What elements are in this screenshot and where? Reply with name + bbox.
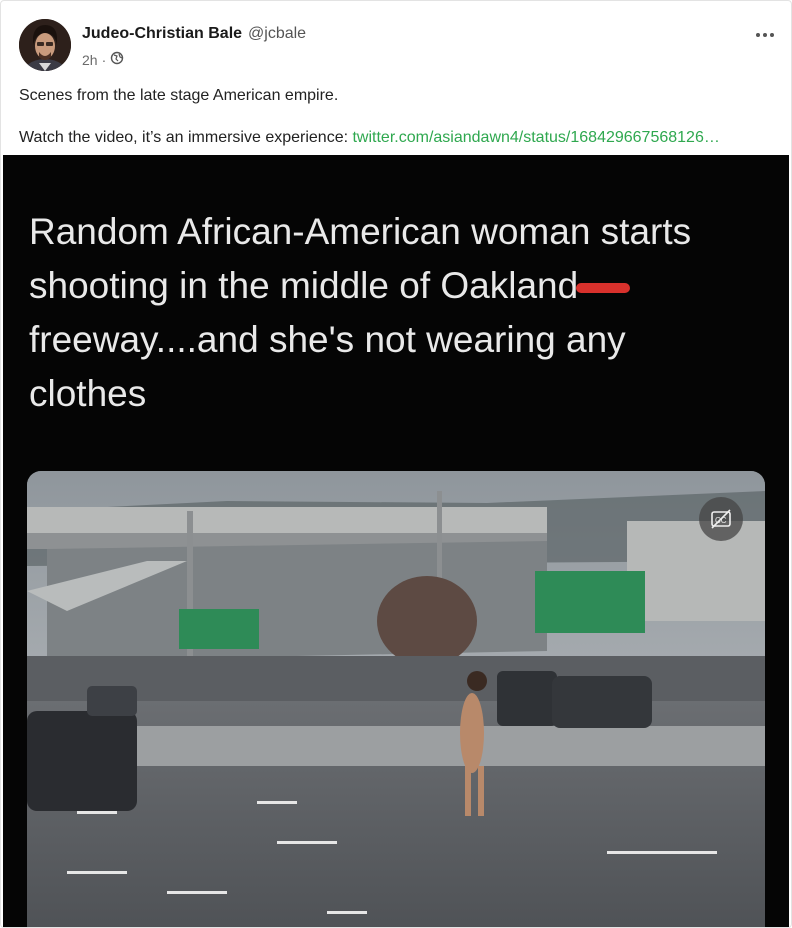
author-name-row: Judeo-Christian Bale @jcbale	[82, 25, 306, 43]
video-link[interactable]: twitter.com/asiandawn4/status/1684296675…	[352, 129, 719, 146]
globe-icon	[110, 51, 124, 68]
avatar-image	[19, 19, 71, 71]
video-still	[27, 471, 765, 927]
post-header: Judeo-Christian Bale @jcbale 2h ·	[19, 19, 779, 71]
more-options-icon[interactable]	[751, 21, 779, 49]
post-line-2-text: Watch the video, it’s an immersive exper…	[19, 129, 353, 146]
post-meta: 2h ·	[82, 51, 124, 68]
avatar[interactable]	[19, 19, 71, 71]
redaction-mark	[576, 283, 631, 294]
post-timestamp[interactable]: 2h	[82, 52, 98, 68]
caption-line-2-row: shooting in the middle of Oakland	[29, 259, 779, 313]
caption-line-3: freeway....and she's not wearing any	[29, 319, 626, 360]
caption-line-1: Random African-American woman starts	[29, 211, 692, 252]
post-line-2: Watch the video, it’s an immersive exper…	[19, 127, 779, 149]
post-body: Scenes from the late stage American empi…	[19, 85, 779, 149]
video-frame[interactable]: CC	[27, 471, 765, 927]
author-display-name[interactable]: Judeo-Christian Bale	[82, 25, 242, 42]
post-line-1: Scenes from the late stage American empi…	[19, 87, 339, 104]
caption-line-4: clothes	[29, 373, 147, 414]
author-handle[interactable]: @jcbale	[248, 25, 306, 42]
media-attachment[interactable]: Random African-American woman starts sho…	[3, 155, 789, 927]
meta-separator: ·	[101, 51, 107, 68]
closed-captions-off-icon[interactable]: CC	[699, 497, 743, 541]
post-card: Judeo-Christian Bale @jcbale 2h · Scenes …	[0, 0, 792, 928]
video-caption: Random African-American woman starts sho…	[29, 205, 779, 421]
caption-line-2: shooting in the middle of Oakland	[29, 265, 579, 306]
